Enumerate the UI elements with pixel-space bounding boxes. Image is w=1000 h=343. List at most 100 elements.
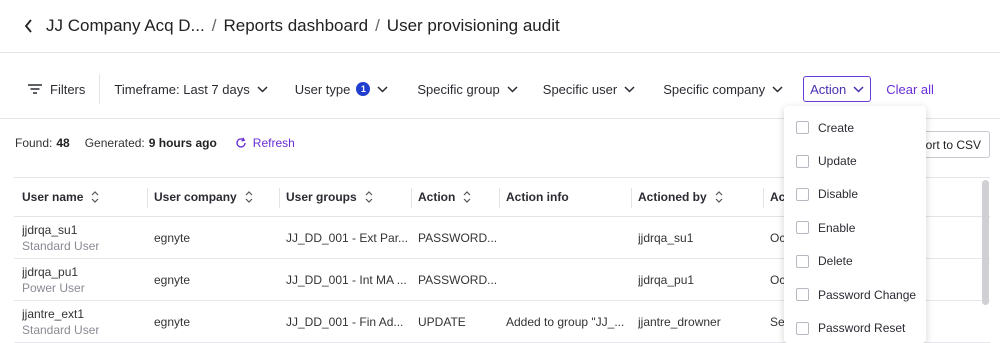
column-header-actioned-by[interactable]: Actioned by xyxy=(638,178,723,216)
action-filter-label: Action xyxy=(810,81,847,97)
user-type: Standard User xyxy=(22,239,100,253)
column-header-action[interactable]: Action xyxy=(418,178,471,216)
chevron-down-icon xyxy=(772,85,783,93)
actioned-by-cell: jjdrqa_su1 xyxy=(638,231,694,245)
specific-group-label: Specific group xyxy=(417,81,500,97)
chevron-down-icon xyxy=(257,85,268,93)
column-header-label: Actioned by xyxy=(638,190,707,204)
column-header-label: User name xyxy=(22,190,84,204)
sort-icon xyxy=(365,191,373,203)
user-name: jjdrqa_pu1 xyxy=(22,265,79,279)
sort-icon xyxy=(463,191,471,203)
breadcrumb-reports-dashboard[interactable]: Reports dashboard xyxy=(223,16,368,36)
sort-icon xyxy=(715,191,723,203)
option-label: Create xyxy=(818,120,855,135)
found-label: Found: xyxy=(15,136,53,150)
option-label: Delete xyxy=(818,254,853,269)
refresh-icon xyxy=(235,137,247,149)
user-company-cell: egnyte xyxy=(154,231,191,245)
timeframe-filter[interactable]: Timeframe: Last 7 days xyxy=(114,76,268,102)
found-count: 48 xyxy=(56,136,70,150)
sort-icon xyxy=(245,191,253,203)
page-title: User provisioning audit xyxy=(386,16,560,35)
results-info: Found: 48 Generated: 9 hours ago Refresh xyxy=(15,136,295,150)
action-dropdown-menu: Create Update Disable Enable Delete Pass… xyxy=(784,106,926,343)
generated-value: 9 hours ago xyxy=(148,136,217,150)
actioned-by-cell: jjantre_drowner xyxy=(638,315,721,329)
specific-user-label: Specific user xyxy=(542,81,618,97)
action-option-password-change[interactable]: Password Change xyxy=(784,278,926,311)
user-type-label: User type xyxy=(294,81,351,97)
column-separator xyxy=(279,188,280,208)
action-option-update[interactable]: Update xyxy=(784,144,926,177)
action-option-disable[interactable]: Disable xyxy=(784,178,926,211)
checkbox[interactable] xyxy=(796,221,809,235)
clear-all-link[interactable]: Clear all xyxy=(886,82,934,97)
chevron-down-icon xyxy=(507,85,518,93)
filters-button[interactable]: Filters xyxy=(28,76,85,102)
user-name-cell: jjantre_ext1 Standard User xyxy=(22,301,99,343)
chevron-down-icon xyxy=(624,85,635,93)
specific-group-filter[interactable]: Specific group xyxy=(417,76,518,102)
column-header-user-company[interactable]: User company xyxy=(154,178,253,216)
refresh-button[interactable]: Refresh xyxy=(235,136,295,150)
checkbox[interactable] xyxy=(796,154,809,168)
action-info-cell: Added to group "JJ_... xyxy=(506,315,625,329)
user-type: Power User xyxy=(22,281,85,295)
user-type-filter[interactable]: User type 1 xyxy=(295,76,389,102)
user-name: jjantre_ext1 xyxy=(22,307,85,321)
refresh-label: Refresh xyxy=(252,136,295,150)
back-arrow-icon[interactable] xyxy=(20,16,36,36)
option-label: Password Change xyxy=(818,287,917,302)
user-groups-cell: JJ_DD_001 - Fin Ad... xyxy=(286,315,404,329)
user-type: Standard User xyxy=(22,323,100,337)
date-cell: Se xyxy=(770,315,785,329)
column-header-label: User company xyxy=(154,190,237,204)
option-label: Password Reset xyxy=(818,321,906,336)
column-separator xyxy=(411,188,412,208)
specific-company-label: Specific company xyxy=(663,81,766,97)
sort-icon xyxy=(91,191,99,203)
option-label: Enable xyxy=(818,220,856,235)
column-separator xyxy=(631,188,632,208)
actioned-by-cell: jjdrqa_pu1 xyxy=(638,273,695,287)
breadcrumb-separator: / xyxy=(211,16,217,35)
specific-company-filter[interactable]: Specific company xyxy=(663,76,783,102)
column-header-action-info[interactable]: Action info xyxy=(506,178,569,216)
column-header-user-name[interactable]: User name xyxy=(22,178,99,216)
checkbox[interactable] xyxy=(796,321,809,335)
specific-user-filter[interactable]: Specific user xyxy=(543,76,635,102)
column-header-label: Action info xyxy=(506,190,569,204)
action-cell: UPDATE xyxy=(418,315,466,329)
timeframe-label: Timeframe: Last 7 days xyxy=(114,81,250,97)
column-header-user-groups[interactable]: User groups xyxy=(286,178,373,216)
filter-divider xyxy=(99,74,101,104)
breadcrumb-company[interactable]: JJ Company Acq D... xyxy=(46,16,205,36)
breadcrumb-separator: / xyxy=(375,16,380,35)
filter-count-badge: 1 xyxy=(356,82,371,96)
action-cell: PASSWORD... xyxy=(418,273,498,287)
user-name-cell: jjdrqa_su1 Standard User xyxy=(22,217,99,259)
column-separator xyxy=(499,188,500,208)
action-filter[interactable]: Action xyxy=(803,76,872,102)
action-option-delete[interactable]: Delete xyxy=(784,245,926,278)
filters-label: Filters xyxy=(50,81,86,97)
action-cell: PASSWORD... xyxy=(418,231,498,245)
generated-label: Generated: xyxy=(84,136,145,150)
export-csv-label: port to CSV xyxy=(918,137,981,152)
chevron-down-icon xyxy=(853,85,864,93)
breadcrumb: JJ Company Acq D... / Reports dashboard … xyxy=(0,0,1000,53)
user-name: jjdrqa_su1 xyxy=(22,223,78,237)
action-option-password-reset[interactable]: Password Reset xyxy=(784,311,926,343)
checkbox[interactable] xyxy=(796,254,809,268)
user-company-cell: egnyte xyxy=(154,315,191,329)
checkbox[interactable] xyxy=(796,121,809,135)
user-company-cell: egnyte xyxy=(154,273,191,287)
checkbox[interactable] xyxy=(796,288,809,302)
action-option-create[interactable]: Create xyxy=(784,111,926,144)
option-label: Update xyxy=(818,154,857,169)
table-scrollbar[interactable] xyxy=(982,180,989,305)
checkbox[interactable] xyxy=(796,187,809,201)
filter-lines-icon xyxy=(28,84,42,94)
action-option-enable[interactable]: Enable xyxy=(784,211,926,244)
